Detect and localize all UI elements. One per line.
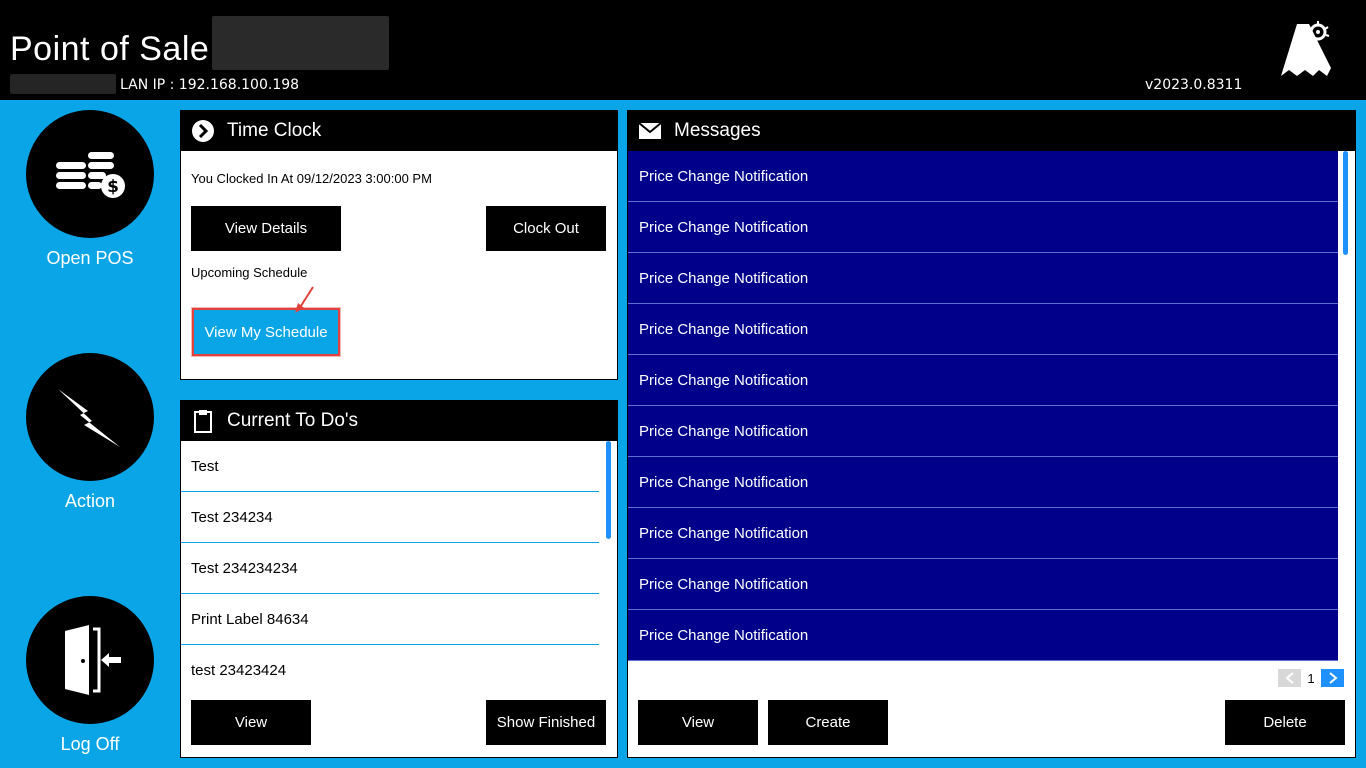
todo-header: Current To Do's <box>181 401 617 441</box>
time-clock-panel: Time Clock You Clocked In At 09/12/2023 … <box>180 110 618 380</box>
envelope-icon <box>638 119 662 143</box>
app-header: Point of Sale LAN IP : 192.168.100.198 v… <box>0 0 1366 100</box>
show-finished-button[interactable]: Show Finished <box>486 700 606 745</box>
next-page-button[interactable] <box>1321 669 1344 687</box>
message-item[interactable]: Price Change Notification <box>628 253 1338 304</box>
todo-item[interactable]: Test 234234234 <box>181 543 599 594</box>
todo-title: Current To Do's <box>227 410 359 431</box>
previous-page-button[interactable] <box>1278 669 1301 687</box>
messages-panel: Messages Price Change Notification Price… <box>627 110 1356 758</box>
message-view-button[interactable]: View <box>638 700 758 745</box>
message-item[interactable]: Price Change Notification <box>628 304 1338 355</box>
upcoming-schedule-label: Upcoming Schedule <box>191 265 308 280</box>
todo-item[interactable]: test 23423424 <box>181 645 599 693</box>
app-title: Point of Sale <box>10 30 210 68</box>
todo-item[interactable]: Test 234234 <box>181 492 599 543</box>
lightning-bolt-icon <box>26 353 154 481</box>
todo-scrollbar[interactable] <box>606 441 611 539</box>
svg-text:$: $ <box>107 177 119 197</box>
todo-item[interactable]: Test <box>181 441 599 492</box>
version-label: v2023.0.8311 <box>1145 77 1243 93</box>
message-item[interactable]: Price Change Notification <box>628 559 1338 610</box>
todo-panel: Current To Do's Test Test 234234 Test 23… <box>180 400 618 758</box>
view-my-schedule-button[interactable]: View My Schedule <box>192 308 340 356</box>
message-item[interactable]: Price Change Notification <box>628 151 1338 202</box>
message-delete-button[interactable]: Delete <box>1225 700 1345 745</box>
cash-register-icon: $ <box>26 110 154 238</box>
messages-scrollbar[interactable] <box>1343 151 1348 255</box>
messages-title: Messages <box>674 120 761 141</box>
redacted-station-name <box>10 74 116 94</box>
exit-door-icon <box>26 596 154 724</box>
log-off-label: Log Off <box>60 734 120 754</box>
message-item[interactable]: Price Change Notification <box>628 202 1338 253</box>
clipboard-icon <box>191 409 215 433</box>
message-item[interactable]: Price Change Notification <box>628 406 1338 457</box>
brand-logo-icon <box>1275 18 1337 80</box>
lan-ip-label: LAN IP : 192.168.100.198 <box>120 77 300 93</box>
message-item[interactable]: Price Change Notification <box>628 457 1338 508</box>
message-item[interactable]: Price Change Notification <box>628 610 1338 661</box>
view-details-button[interactable]: View Details <box>191 206 341 251</box>
message-item[interactable]: Price Change Notification <box>628 508 1338 559</box>
messages-pager: 1 <box>1278 669 1344 687</box>
clock-out-button[interactable]: Clock Out <box>486 206 606 251</box>
messages-header: Messages <box>628 111 1355 151</box>
page-number: 1 <box>1307 670 1315 686</box>
action-label: Action <box>64 491 116 511</box>
time-clock-header: Time Clock <box>181 111 617 151</box>
todo-list: Test Test 234234 Test 234234234 Print La… <box>181 441 599 693</box>
open-pos-button[interactable]: $ Open POS <box>26 110 154 269</box>
time-clock-title: Time Clock <box>227 120 322 141</box>
todo-view-button[interactable]: View <box>191 700 311 745</box>
message-item[interactable]: Price Change Notification <box>628 355 1338 406</box>
redacted-store-name <box>212 16 389 70</box>
log-off-button[interactable]: Log Off <box>26 596 154 755</box>
annotation-arrow-icon <box>293 285 317 319</box>
open-pos-label: Open POS <box>46 248 134 268</box>
chevron-circle-icon <box>191 119 215 143</box>
todo-item[interactable]: Print Label 84634 <box>181 594 599 645</box>
message-create-button[interactable]: Create <box>768 700 888 745</box>
action-button[interactable]: Action <box>26 353 154 512</box>
clock-in-status: You Clocked In At 09/12/2023 3:00:00 PM <box>191 171 432 186</box>
messages-list: Price Change Notification Price Change N… <box>628 151 1338 666</box>
